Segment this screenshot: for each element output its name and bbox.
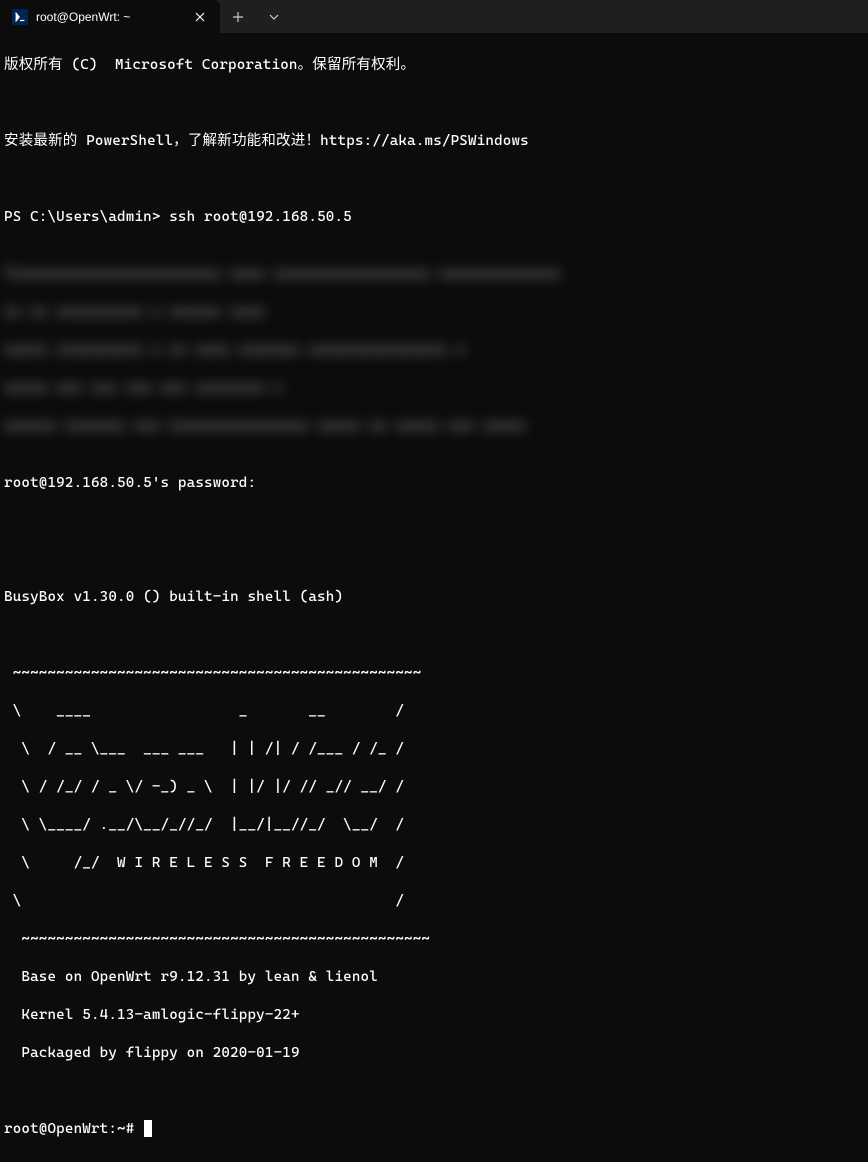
terminal-line: PS C:\Users\admin> ssh root@192.168.50.5	[4, 208, 864, 227]
shell-prompt: root@OpenWrt:~#	[4, 1121, 143, 1137]
titlebar-buttons	[220, 0, 292, 33]
kernel-info: Kernel 5.4.13-amlogic-flippy-22+	[4, 1006, 864, 1025]
password-prompt: root@192.168.50.5's password:	[4, 474, 864, 493]
blurred-ssh-output: Txxxxxxxxxxxxxxxxxxxxxxxx xxxx xxxxxxxxx…	[4, 246, 864, 455]
package-info: Packaged by flippy on 2020-01-19	[4, 1044, 864, 1063]
ascii-art: \ / __ \___ ___ ___ | | /| / /___ / /_ /	[4, 740, 864, 759]
terminal-line	[4, 626, 864, 645]
cursor	[144, 1120, 152, 1137]
terminal-line: 安装最新的 PowerShell，了解新功能和改进！https://aka.ms…	[4, 132, 864, 151]
new-tab-button[interactable]	[220, 0, 256, 33]
ps-prompt: PS C:\Users\admin>	[4, 209, 169, 225]
ascii-art: \ /_/ W I R E L E S S F R E E D O M /	[4, 854, 864, 873]
terminal-line	[4, 550, 864, 569]
terminal-content[interactable]: 版权所有 (C) Microsoft Corporation。保留所有权利。 安…	[0, 33, 868, 1162]
terminal-line	[4, 512, 864, 531]
window-titlebar: root@OpenWrt: ~	[0, 0, 868, 33]
busybox-line: BusyBox v1.30.0 () built-in shell (ash)	[4, 588, 864, 607]
ssh-command: ssh root@192.168.50.5	[169, 209, 352, 225]
ascii-art: ~~~~~~~~~~~~~~~~~~~~~~~~~~~~~~~~~~~~~~~~…	[4, 930, 864, 949]
terminal-line	[4, 1082, 864, 1101]
terminal-line	[4, 170, 864, 189]
terminal-line: 版权所有 (C) Microsoft Corporation。保留所有权利。	[4, 56, 864, 75]
tab-title: root@OpenWrt: ~	[36, 10, 184, 24]
ascii-art: \ / /_/ / _ \/ -_) _ \ | |/ |/ // _// __…	[4, 778, 864, 797]
ascii-art: \ ____ _ __ /	[4, 702, 864, 721]
terminal-line	[4, 94, 864, 113]
tab-close-button[interactable]	[192, 9, 208, 25]
openwrt-info: Base on OpenWrt r9.12.31 by lean & lieno…	[4, 968, 864, 987]
powershell-icon	[12, 9, 28, 25]
ascii-art: ~~~~~~~~~~~~~~~~~~~~~~~~~~~~~~~~~~~~~~~~…	[4, 664, 864, 683]
tab-dropdown-button[interactable]	[256, 0, 292, 33]
ascii-art: \ \____/ .__/\__/_//_/ |__/|__//_/ \__/ …	[4, 816, 864, 835]
ascii-art: \ /	[4, 892, 864, 911]
terminal-tab[interactable]: root@OpenWrt: ~	[0, 0, 220, 33]
shell-prompt-line: root@OpenWrt:~#	[4, 1120, 864, 1139]
